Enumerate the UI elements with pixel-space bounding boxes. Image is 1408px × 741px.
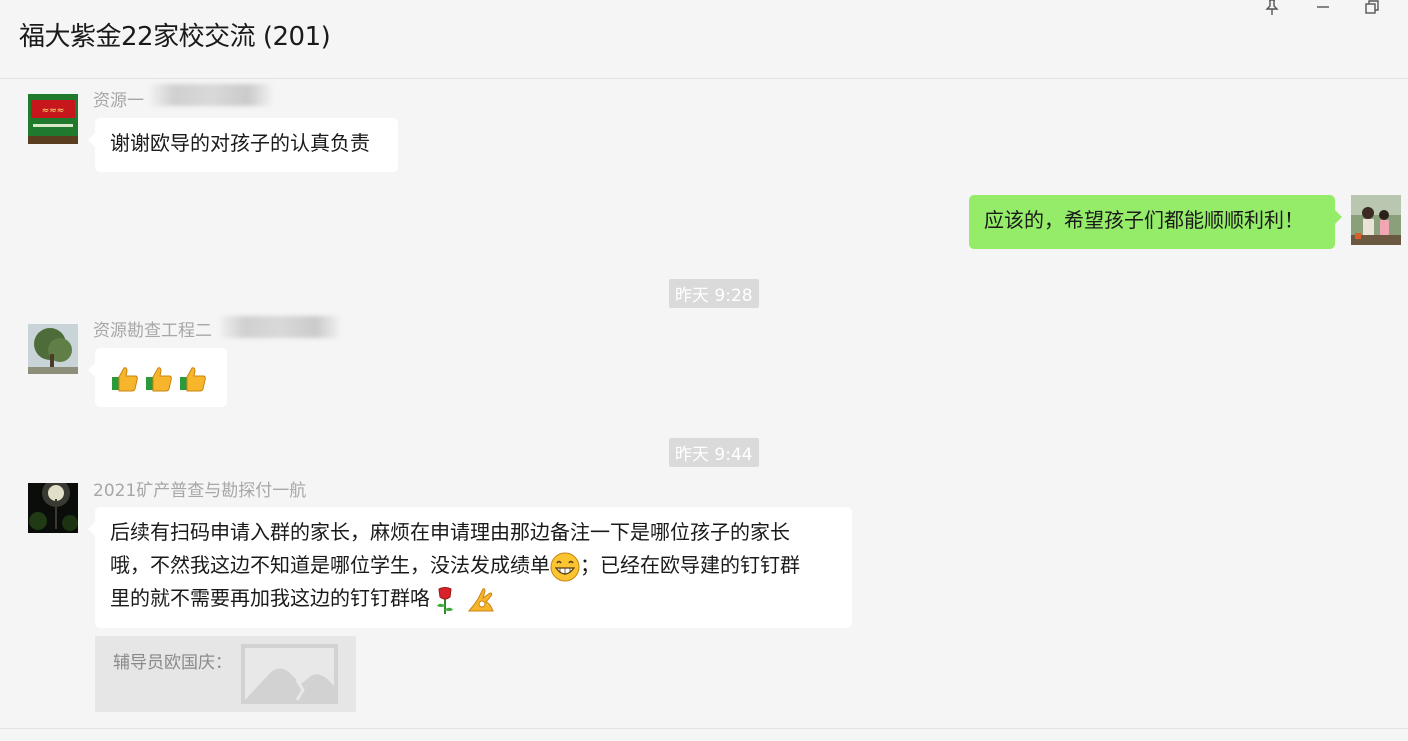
blurred-name (220, 316, 340, 338)
message-line: 哦，不然我这边不知道是哪位学生，没法发成绩单 ；已经在欧导建的钉钉群 (110, 549, 837, 582)
thumbs-up-icon (144, 364, 174, 394)
minimize-icon[interactable] (1310, 0, 1336, 20)
restore-icon[interactable] (1359, 0, 1385, 20)
avatar[interactable] (1351, 195, 1401, 245)
thumbs-up-icon (110, 364, 140, 394)
message-bubble[interactable] (88, 348, 227, 407)
message-text: 谢谢欧导的对孩子的认真负责 (110, 131, 370, 155)
avatar[interactable] (28, 324, 78, 374)
thumbs-up-icon (178, 364, 208, 394)
message-text: 哦，不然我这边不知道是哪位学生，没法发成绩单 (110, 553, 550, 577)
title-bar: 福大紫金22家校交流 (201) (0, 0, 1408, 79)
divider (0, 728, 1408, 729)
ok-hand-icon (466, 585, 496, 615)
sender-name: 2021矿产普查与勘探付一航 (93, 481, 307, 501)
message-text: ；已经在欧导建的钉钉群 (580, 553, 800, 577)
rose-icon (430, 585, 460, 615)
quote-label: 辅导员欧国庆： (113, 653, 232, 673)
sender-name: 资源一 (93, 91, 144, 111)
timestamp: 昨天 9:28 (669, 279, 759, 308)
message-text: 里的就不需要再加我这边的钉钉群咯 (110, 586, 430, 610)
message-text: 应该的，希望孩子们都能顺顺利利！ (984, 208, 1304, 232)
pin-icon[interactable] (1259, 0, 1285, 20)
message-bubble-outgoing[interactable]: 应该的，希望孩子们都能顺顺利利！ (969, 195, 1342, 249)
sender-name: 资源勘查工程二 (93, 321, 212, 341)
blurred-name (150, 84, 272, 106)
image-placeholder-icon[interactable] (241, 644, 338, 704)
svg-text:≈≈≈: ≈≈≈ (42, 106, 65, 116)
timestamp: 昨天 9:44 (669, 438, 759, 467)
message-line: 里的就不需要再加我这边的钉钉群咯 (110, 582, 837, 615)
quoted-message[interactable]: 辅导员欧国庆： (95, 636, 356, 712)
avatar[interactable] (28, 483, 78, 533)
chat-title: 福大紫金22家校交流 (201) (19, 22, 331, 52)
message-bubble[interactable]: 谢谢欧导的对孩子的认真负责 (88, 118, 398, 172)
avatar[interactable]: ≈≈≈ (28, 94, 78, 144)
grin-icon (550, 552, 580, 582)
message-line: 后续有扫码申请入群的家长，麻烦在申请理由那边备注一下是哪位孩子的家长 (110, 520, 790, 544)
message-bubble[interactable]: 后续有扫码申请入群的家长，麻烦在申请理由那边备注一下是哪位孩子的家长 哦，不然我… (88, 507, 852, 628)
